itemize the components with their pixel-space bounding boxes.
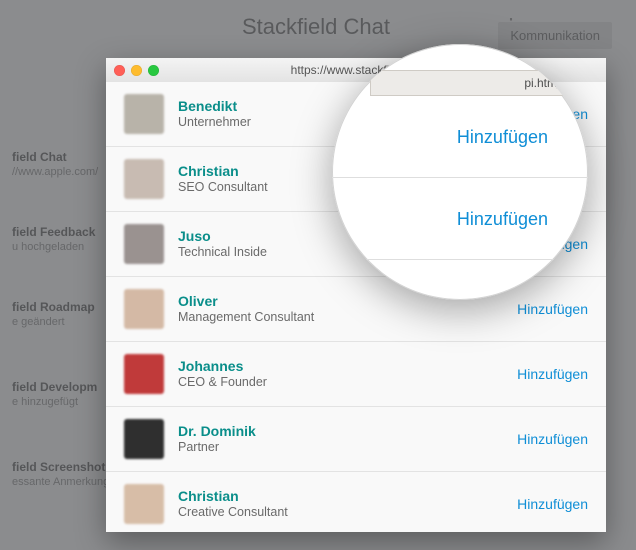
add-button[interactable]: Hinzufügen	[457, 127, 548, 148]
contact-role: CEO & Founder	[178, 375, 517, 390]
magnifier-row: Hinzufügen	[332, 180, 588, 260]
magnifier-lens: pi.htm ⤡ Hinzufügen Hinzufügen	[332, 44, 588, 300]
magnifier-row: Hinzufügen	[332, 98, 588, 178]
add-button[interactable]: Hinzufügen	[517, 366, 588, 382]
contact-meta: ChristianCreative Consultant	[178, 488, 517, 520]
contact-row: Dr. DominikPartnerHinzufügen	[106, 407, 606, 472]
add-button[interactable]: Hinzufügen	[517, 431, 588, 447]
contact-name[interactable]: Christian	[178, 488, 517, 504]
avatar	[124, 159, 164, 199]
contact-role: Creative Consultant	[178, 505, 517, 520]
contact-name[interactable]: Dr. Dominik	[178, 423, 517, 439]
avatar	[124, 224, 164, 264]
add-button[interactable]: Hinzufügen	[517, 301, 588, 317]
contact-row: OliverManagement ConsultantHinzufügen	[106, 277, 606, 342]
add-button[interactable]: Hinzufügen	[457, 209, 548, 230]
add-button[interactable]: Hinzufügen	[517, 496, 588, 512]
avatar	[124, 419, 164, 459]
contact-row: JohannesCEO & FounderHinzufügen	[106, 342, 606, 407]
zoom-icon[interactable]	[148, 65, 159, 76]
contact-meta: Dr. DominikPartner	[178, 423, 517, 455]
minimize-icon[interactable]	[131, 65, 142, 76]
expand-icon[interactable]: ⤡	[550, 75, 561, 92]
contact-role: Partner	[178, 440, 517, 455]
page-title: Stackfield Chat	[242, 14, 390, 40]
nav-button-kommunikation[interactable]: Kommunikation	[498, 22, 612, 49]
magnifier-tab: pi.htm ⤡	[370, 70, 568, 96]
avatar	[124, 289, 164, 329]
contact-role: Management Consultant	[178, 310, 517, 325]
contact-row: ChristianCreative ConsultantHinzufügen	[106, 472, 606, 532]
avatar	[124, 354, 164, 394]
avatar	[124, 94, 164, 134]
contact-meta: JohannesCEO & Founder	[178, 358, 517, 390]
close-icon[interactable]	[114, 65, 125, 76]
avatar	[124, 484, 164, 524]
contact-name[interactable]: Johannes	[178, 358, 517, 374]
